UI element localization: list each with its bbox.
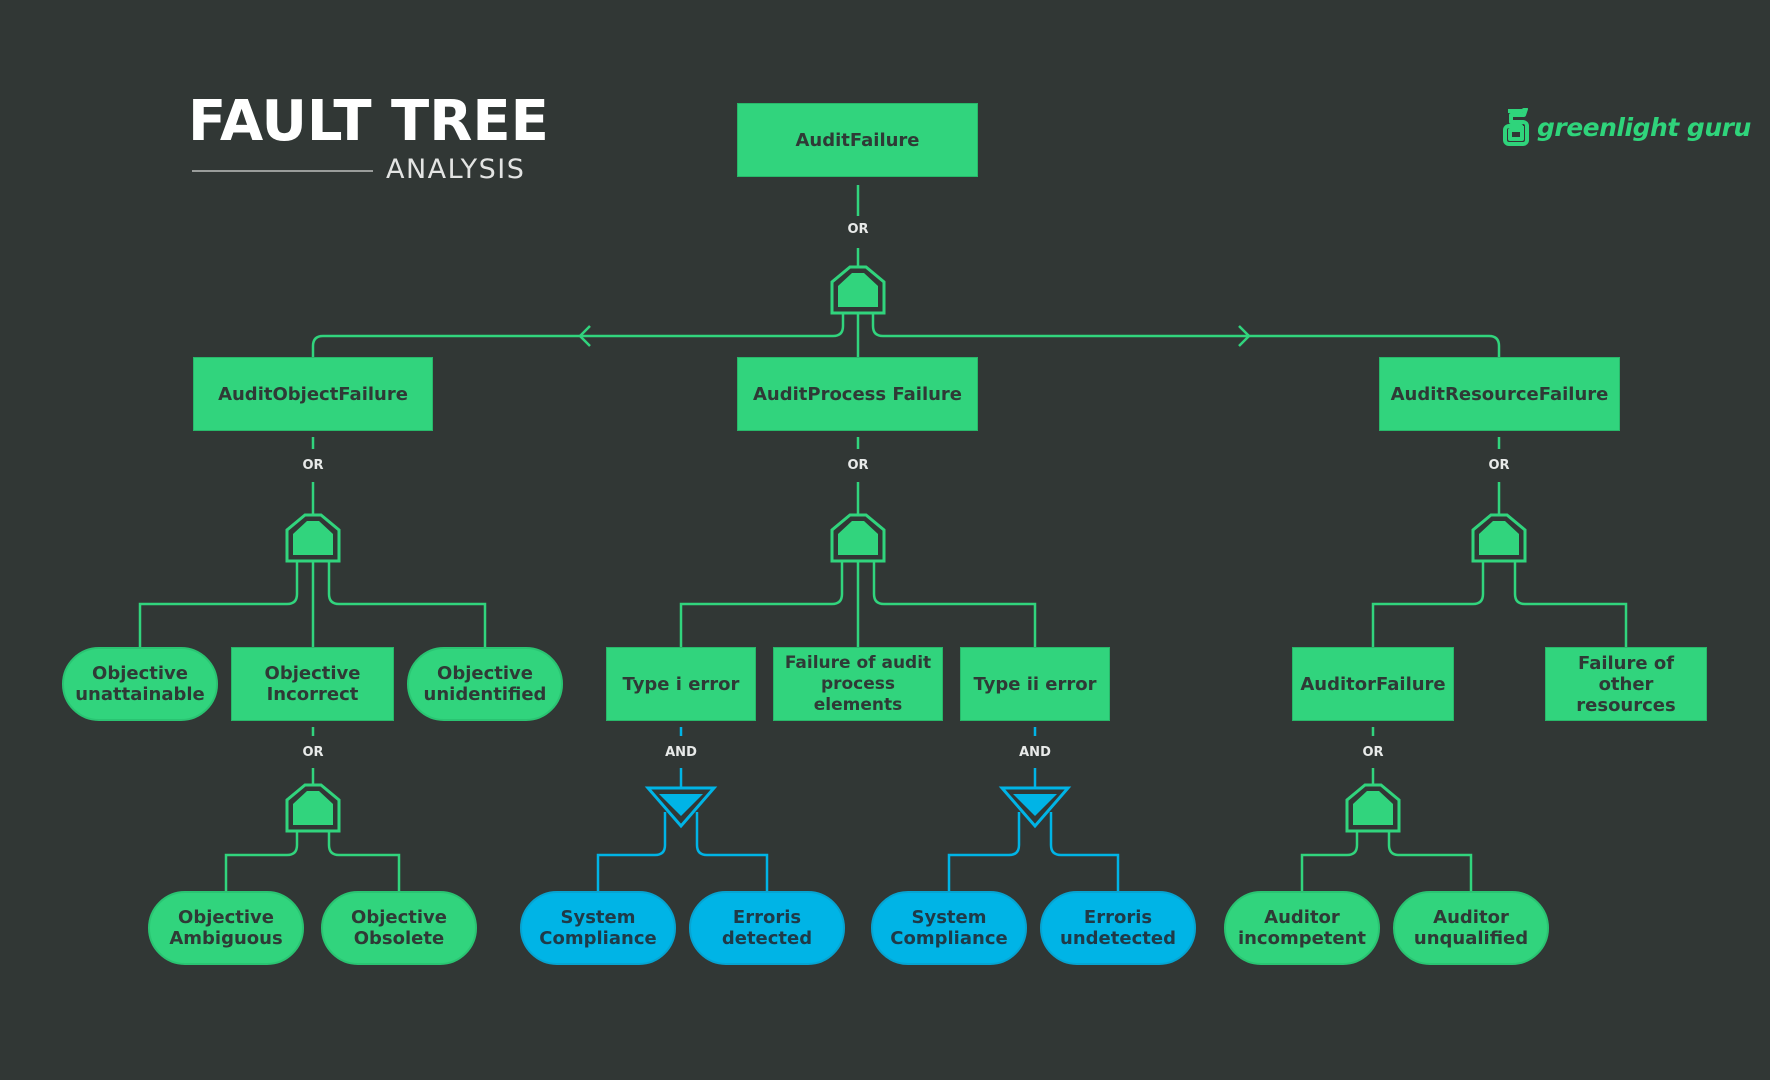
node-label: System Compliance <box>539 907 657 949</box>
gate-label-or: OR <box>847 458 869 473</box>
node-label: AuditFailure <box>795 129 920 151</box>
node-label: Type i error <box>622 673 740 695</box>
node-type-i-error[interactable]: Type i error <box>606 647 756 721</box>
or-gate-fill <box>838 273 878 307</box>
node-failure-other-resources[interactable]: Failure of other resources <box>1545 647 1707 721</box>
title-divider <box>192 170 373 172</box>
connector-line <box>138 561 299 647</box>
connector-line <box>695 812 769 891</box>
node-error-detected[interactable]: Erroris detected <box>689 891 845 965</box>
gate-label-or: OR <box>302 745 324 760</box>
node-label: AuditorFailure <box>1300 673 1446 695</box>
node-label: Auditor incompetent <box>1237 907 1367 949</box>
diagram-subtitle: ANALYSIS <box>386 154 526 185</box>
node-failure-audit-process-elements[interactable]: Failure of audit process elements <box>773 647 943 721</box>
gate-label-or: OR <box>1362 745 1384 760</box>
connector-line <box>1300 831 1359 891</box>
gate-label-and: AND <box>665 745 697 760</box>
node-objective-incorrect[interactable]: Objective Incorrect <box>231 647 394 721</box>
connector-line <box>327 561 487 647</box>
node-auditor-unqualified[interactable]: Auditor unqualified <box>1393 891 1549 965</box>
gate-label-or: OR <box>302 458 324 473</box>
connector-line <box>224 831 299 891</box>
greenlight-g-logo-icon <box>1503 108 1529 146</box>
node-type-ii-error[interactable]: Type ii error <box>960 647 1110 721</box>
connector-line <box>947 812 1021 891</box>
node-label: AuditObjectFailure <box>218 383 408 405</box>
node-label: Failure of audit process elements <box>784 652 932 715</box>
node-label: AuditProcess Failure <box>752 383 963 405</box>
connector-line <box>311 313 845 357</box>
node-auditor-incompetent[interactable]: Auditor incompetent <box>1224 891 1380 965</box>
gate-label-and: AND <box>1019 745 1051 760</box>
connector-line <box>871 313 1501 357</box>
node-label: Type ii error <box>973 673 1097 695</box>
node-error-undetected[interactable]: Erroris undetected <box>1040 891 1196 965</box>
node-audit-failure[interactable]: AuditFailure <box>737 103 978 177</box>
node-label: Objective unattainable <box>75 663 205 705</box>
node-objective-ambiguous[interactable]: Objective Ambiguous <box>148 891 304 965</box>
node-label: Objective unidentified <box>423 663 547 705</box>
node-label: Failure of other resources <box>1576 652 1676 716</box>
or-gate-fill <box>1479 521 1519 555</box>
brand-logo: greenlight guru <box>1503 106 1751 148</box>
or-gate-fill <box>293 791 333 825</box>
gate-label-or: OR <box>847 222 869 237</box>
node-system-compliance-1[interactable]: System Compliance <box>520 891 676 965</box>
node-audit-resource-failure[interactable]: AuditResourceFailure <box>1379 357 1620 431</box>
node-label: AuditResourceFailure <box>1390 383 1609 405</box>
node-audit-object-failure[interactable]: AuditObjectFailure <box>193 357 433 431</box>
brand-name: greenlight guru <box>1537 112 1751 142</box>
connector-line <box>1513 561 1628 647</box>
connector-line <box>327 831 401 891</box>
node-objective-unattainable[interactable]: Objective unattainable <box>62 647 218 721</box>
node-label: Erroris undetected <box>1060 907 1176 949</box>
diagram-title: FAULT TREE <box>188 89 549 154</box>
node-label: Objective Ambiguous <box>169 907 283 949</box>
or-gate-fill <box>838 521 878 555</box>
connector-line <box>679 561 844 647</box>
node-label: Erroris detected <box>721 907 813 949</box>
node-system-compliance-2[interactable]: System Compliance <box>871 891 1027 965</box>
gate-label-or: OR <box>1488 458 1510 473</box>
connector-line <box>872 561 1037 647</box>
connector-line <box>1049 812 1120 891</box>
connector-line <box>1371 561 1485 647</box>
node-objective-obsolete[interactable]: Objective Obsolete <box>321 891 477 965</box>
node-auditor-failure[interactable]: AuditorFailure <box>1292 647 1454 721</box>
connector-line <box>596 812 667 891</box>
connector-line <box>1387 831 1473 891</box>
node-objective-unidentified[interactable]: Objective unidentified <box>407 647 563 721</box>
node-label: Objective Incorrect <box>264 663 361 705</box>
node-label: Auditor unqualified <box>1413 907 1529 949</box>
fault-tree-diagram: FAULT TREE ANALYSIS greenlight guru Audi… <box>0 0 1770 1080</box>
node-label: System Compliance <box>890 907 1008 949</box>
node-label: Objective Obsolete <box>351 907 447 949</box>
node-audit-process-failure[interactable]: AuditProcess Failure <box>737 357 978 431</box>
or-gate-fill <box>1353 791 1393 825</box>
or-gate-fill <box>293 521 333 555</box>
